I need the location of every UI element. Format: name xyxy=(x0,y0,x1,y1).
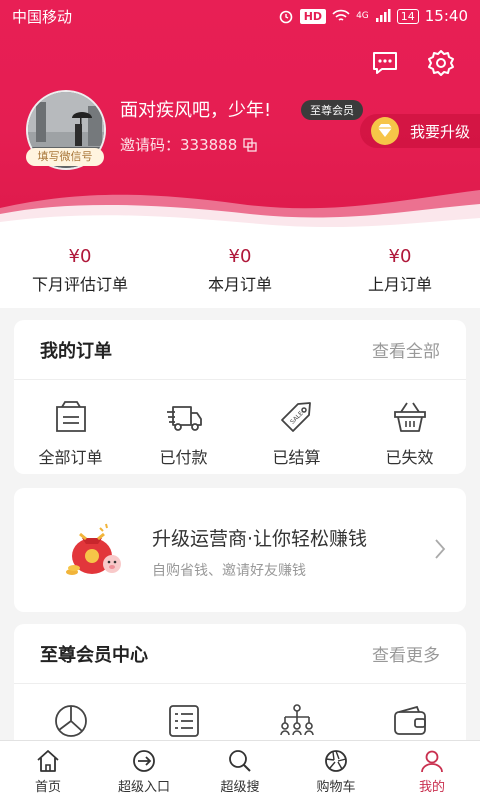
search-icon xyxy=(229,750,251,772)
nav-home[interactable]: 首页 xyxy=(0,741,96,800)
stat-next-month[interactable]: ¥0 下月评估订单 xyxy=(0,232,160,308)
alarm-icon xyxy=(279,10,293,24)
vip-item-stats[interactable] xyxy=(14,702,127,740)
clock: 15:40 xyxy=(424,7,468,25)
wallet-icon xyxy=(393,705,426,735)
upgrade-label: 我要升级 xyxy=(410,122,471,141)
view-all-orders-link[interactable]: 查看全部 xyxy=(372,337,440,362)
message-icon[interactable] xyxy=(370,48,400,78)
money-bag-icon xyxy=(66,523,121,575)
profile-header: 中国移动 HD 4G 14 15:40 填写微信号 面对疾风吧，少年! 至尊会员… xyxy=(0,0,480,232)
order-paid-button[interactable]: 已付款 xyxy=(127,398,240,468)
list-icon xyxy=(168,705,199,737)
stat-label: 上月订单 xyxy=(367,275,432,294)
hd-badge: HD xyxy=(299,8,327,24)
nav-label: 首页 xyxy=(34,780,61,795)
nav-super-search[interactable]: 超级搜 xyxy=(192,741,288,800)
stat-value: ¥0 xyxy=(68,246,92,267)
truck-icon xyxy=(166,406,202,431)
signal-icon xyxy=(375,9,391,22)
upgrade-button[interactable]: 我要升级 xyxy=(360,114,480,148)
shutter-icon xyxy=(325,750,347,772)
order-list-icon xyxy=(55,401,86,432)
chevron-right-icon xyxy=(435,539,446,559)
header-wave xyxy=(0,190,480,232)
stat-value: ¥0 xyxy=(228,246,252,267)
enter-icon xyxy=(133,750,155,772)
user-icon xyxy=(421,750,443,773)
vip-center-card: 至尊会员中心 查看更多 xyxy=(14,624,466,754)
order-label: 全部订单 xyxy=(38,448,103,467)
view-more-link[interactable]: 查看更多 xyxy=(372,641,440,666)
battery-indicator: 14 xyxy=(396,8,419,24)
vip-item-team[interactable] xyxy=(240,702,353,740)
nav-super-entry[interactable]: 超级入口 xyxy=(96,741,192,800)
invite-code-text: 邀请码：333888 xyxy=(120,136,238,154)
copy-icon[interactable] xyxy=(243,137,257,152)
sale-tag-icon: SALE xyxy=(280,402,311,432)
carrier-label: 中国移动 xyxy=(12,7,73,26)
wechat-id-tag[interactable]: 填写微信号 xyxy=(26,148,104,166)
upgrade-operator-banner[interactable]: 升级运营商·让你轻松赚钱 自购省钱、邀请好友赚钱 xyxy=(14,488,466,612)
org-chart-icon xyxy=(279,704,314,736)
diamond-icon xyxy=(371,117,399,145)
stat-value: ¥0 xyxy=(388,246,412,267)
stat-label: 本月订单 xyxy=(207,275,272,294)
promo-title: 升级运营商·让你轻松赚钱 xyxy=(152,528,368,550)
order-label: 已结算 xyxy=(272,448,321,467)
order-label: 已付款 xyxy=(159,448,208,467)
section-title: 至尊会员中心 xyxy=(40,644,148,666)
nav-label: 超级搜 xyxy=(220,780,260,795)
status-bar: 中国移动 HD 4G 14 15:40 xyxy=(0,0,480,32)
nickname: 面对疾风吧，少年! xyxy=(120,100,272,121)
nav-label: 我的 xyxy=(418,780,445,795)
order-expired-button[interactable]: 已失效 xyxy=(353,398,466,468)
vip-item-list[interactable] xyxy=(127,702,240,740)
nav-label: 购物车 xyxy=(316,780,356,795)
vip-item-wallet[interactable] xyxy=(353,702,466,740)
order-label: 已失效 xyxy=(385,448,434,467)
pie-chart-icon xyxy=(54,705,87,737)
section-title: 我的订单 xyxy=(40,340,112,362)
earnings-summary: ¥0 下月评估订单 ¥0 本月订单 ¥0 上月订单 xyxy=(0,232,480,308)
network-type: 4G xyxy=(356,11,369,21)
stat-last-month[interactable]: ¥0 上月订单 xyxy=(320,232,480,308)
nav-cart[interactable]: 购物车 xyxy=(288,741,384,800)
vip-badge: 至尊会员 xyxy=(301,100,363,120)
promo-subtitle: 自购省钱、邀请好友赚钱 xyxy=(152,563,306,579)
bottom-navigation: 首页 超级入口 超级搜 购物车 我的 xyxy=(0,740,480,800)
basket-icon xyxy=(393,402,426,432)
nav-label: 超级入口 xyxy=(117,780,170,795)
order-settled-button[interactable]: SALE 已结算 xyxy=(240,398,353,468)
wifi-icon xyxy=(332,9,350,21)
order-all-button[interactable]: 全部订单 xyxy=(14,398,127,468)
stat-label: 下月评估订单 xyxy=(31,275,128,294)
invite-code: 邀请码：333888 xyxy=(120,134,257,155)
settings-gear-icon[interactable] xyxy=(426,48,456,78)
nav-mine[interactable]: 我的 xyxy=(384,741,480,800)
my-orders-card: 我的订单 查看全部 全部订单 已付款 SALE 已结算 已失效 xyxy=(14,320,466,474)
home-icon xyxy=(37,750,59,772)
stat-this-month[interactable]: ¥0 本月订单 xyxy=(160,232,320,308)
